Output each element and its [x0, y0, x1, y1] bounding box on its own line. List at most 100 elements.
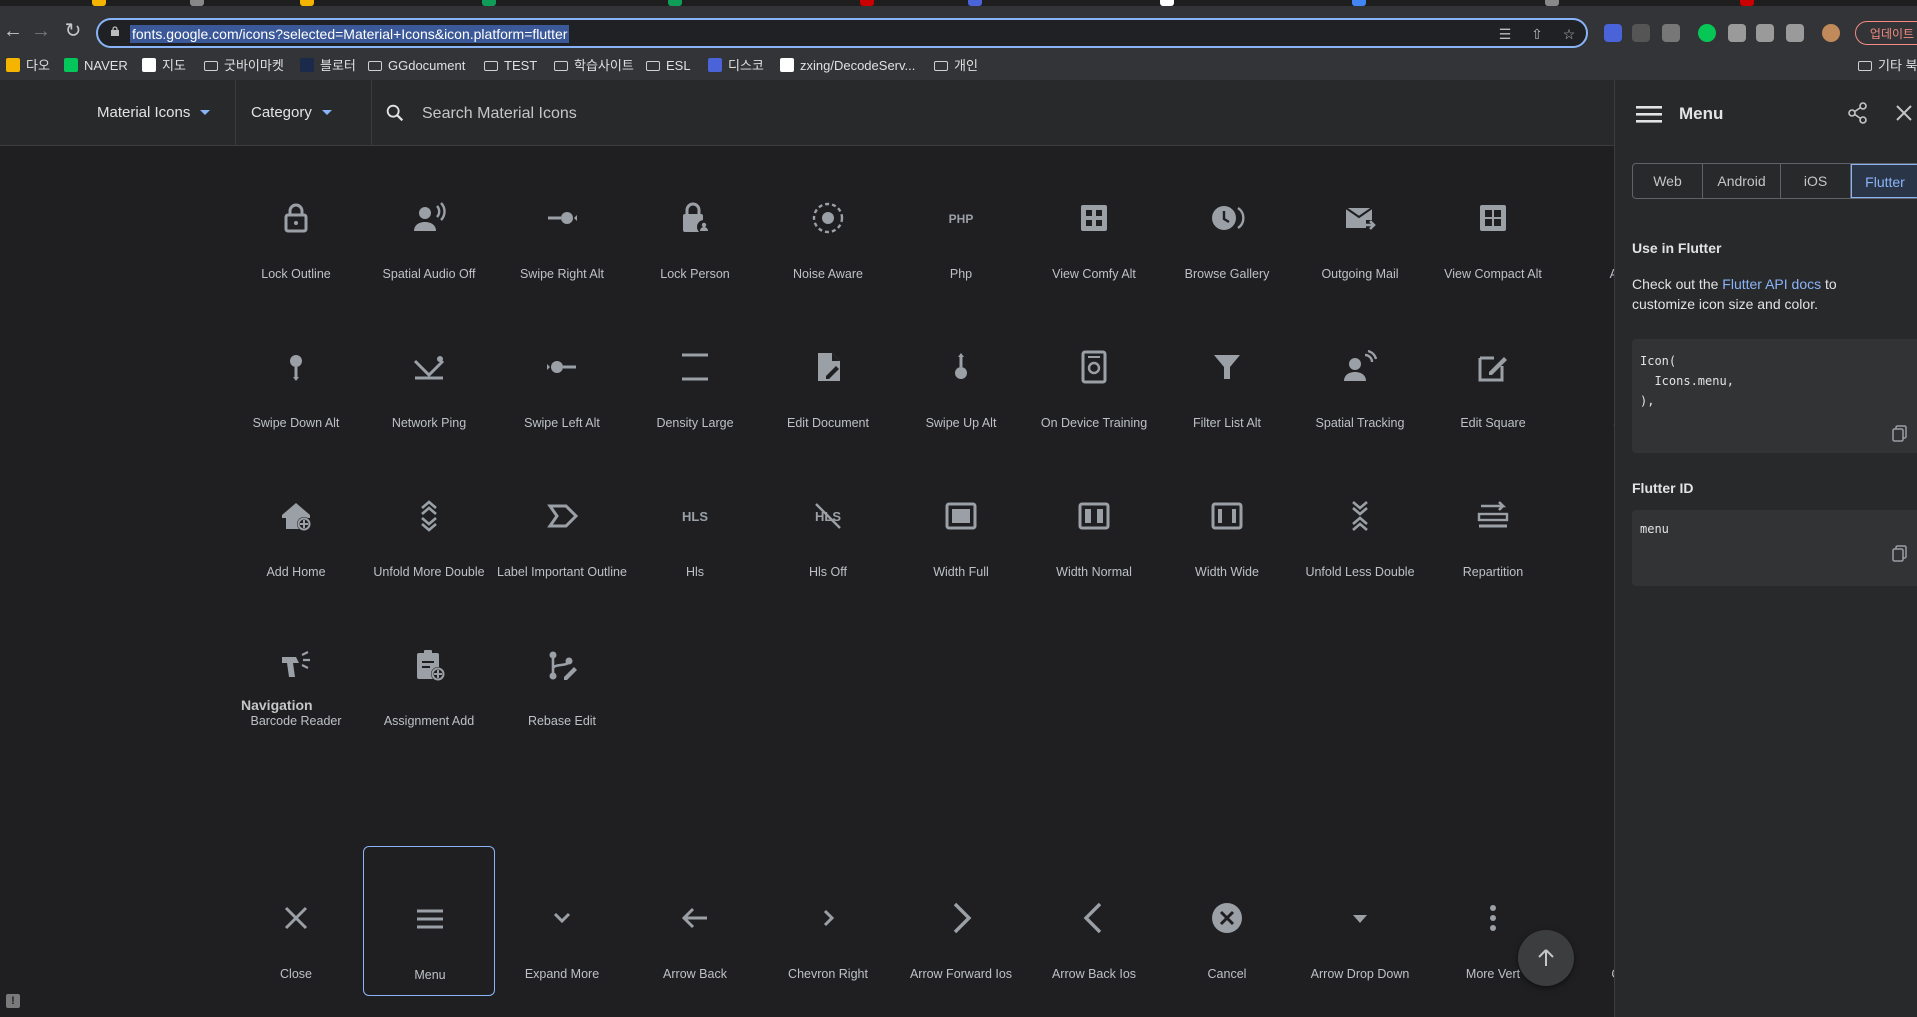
- bookmark-folder[interactable]: 기타 북: [1858, 57, 1917, 75]
- extension-icon[interactable]: [1662, 24, 1680, 42]
- swipe-left-alt-icon: [544, 349, 580, 385]
- icon-tile[interactable]: Swipe Up Alt: [895, 295, 1027, 445]
- icon-name: Rebase Edit: [527, 714, 597, 728]
- icon-tile[interactable]: Outgoing Mail: [1294, 146, 1426, 296]
- icon-tile[interactable]: PHP Php: [895, 146, 1027, 296]
- tab-android[interactable]: Android: [1703, 164, 1781, 198]
- code-snippet[interactable]: Icon( Icons.menu, ),: [1640, 351, 1734, 411]
- translate-icon[interactable]: ☰: [1496, 25, 1514, 43]
- sidebar-icon[interactable]: [1786, 24, 1804, 42]
- search-input[interactable]: [420, 98, 1124, 130]
- bookmark-folder[interactable]: GGdocument: [368, 57, 465, 75]
- bookmark-item[interactable]: zxing/DecodeServ...: [780, 57, 915, 75]
- icon-tile[interactable]: Swipe Down Alt: [230, 295, 362, 445]
- icon-tile[interactable]: Browse Gallery: [1161, 146, 1293, 296]
- extension-icon[interactable]: [1604, 24, 1622, 42]
- expand-more-icon: [544, 900, 580, 936]
- bookmark-star-icon[interactable]: ☆: [1560, 25, 1578, 43]
- bookmark-label: 블로터: [320, 58, 356, 73]
- bookmark-item[interactable]: 블로터: [300, 57, 356, 75]
- bookmark-item[interactable]: 지도: [142, 57, 186, 75]
- swipe-right-alt-icon: [544, 200, 580, 236]
- icon-tile[interactable]: Assignment Add: [363, 593, 495, 743]
- puzzle-icon[interactable]: [1728, 24, 1746, 42]
- bookmark-item[interactable]: NAVER: [64, 57, 128, 75]
- icon-tile[interactable]: Noise Aware: [762, 146, 894, 296]
- icon-tile[interactable]: Arrow Drop Down: [1294, 846, 1426, 996]
- icon-tile[interactable]: Swipe Right Alt: [496, 146, 628, 296]
- icon-tile[interactable]: Barcode Reader: [230, 593, 362, 743]
- family-dropdown[interactable]: Material Icons: [97, 80, 211, 146]
- category-dropdown[interactable]: Category: [251, 80, 332, 146]
- icon-tile[interactable]: Arrow: [1560, 146, 1614, 296]
- icon-tile[interactable]: Unfold More Double: [363, 444, 495, 594]
- icon-tile[interactable]: Rebase Edit: [496, 593, 628, 743]
- share-page-icon[interactable]: ⇧: [1528, 25, 1546, 43]
- tab-search-icon[interactable]: [1756, 24, 1774, 42]
- icon-tile[interactable]: On Device Training: [1028, 295, 1160, 445]
- icon-tile[interactable]: Chevron Right: [762, 846, 894, 996]
- icon-tile[interactable]: Swipe Left Alt: [496, 295, 628, 445]
- header-divider: [371, 80, 372, 146]
- icon-tile[interactable]: Arrow Back Ios: [1028, 846, 1160, 996]
- icon-tile[interactable]: Add Home: [230, 444, 362, 594]
- tab-web[interactable]: Web: [1633, 164, 1703, 198]
- icon-tile[interactable]: Width Full: [895, 444, 1027, 594]
- bookmark-item[interactable]: 다오: [6, 57, 50, 75]
- icon-tile[interactable]: View Comfy Alt: [1028, 146, 1160, 296]
- icon-tile[interactable]: Menu: [363, 846, 495, 996]
- bookmark-folder[interactable]: 개인: [934, 57, 978, 75]
- bookmark-folder[interactable]: TEST: [484, 57, 537, 75]
- icon-tile[interactable]: Arrow Back: [629, 846, 761, 996]
- copy-icon[interactable]: [1891, 544, 1909, 562]
- line-extension-icon[interactable]: [1698, 24, 1716, 42]
- icon-tile[interactable]: Unfold Less Double: [1294, 444, 1426, 594]
- bookmark-item[interactable]: 디스코: [708, 57, 764, 75]
- share-icon[interactable]: [1847, 102, 1869, 124]
- icon-tile[interactable]: Width Wide: [1161, 444, 1293, 594]
- scroll-to-top-button[interactable]: [1518, 930, 1574, 986]
- api-docs-link[interactable]: Flutter API docs: [1722, 276, 1821, 292]
- icon-tile[interactable]: Cancel: [1161, 846, 1293, 996]
- icon-tile[interactable]: Repartition: [1427, 444, 1559, 594]
- icon-tile[interactable]: Spat: [1560, 295, 1614, 445]
- icon-tile[interactable]: Arrow Forward Ios: [895, 846, 1027, 996]
- icon-tile[interactable]: Tra: [1560, 444, 1614, 594]
- close-icon[interactable]: [1895, 104, 1913, 122]
- bookmark-folder[interactable]: ESL: [646, 57, 691, 75]
- icon-name: Hls: [685, 565, 705, 579]
- forward-button[interactable]: →: [28, 18, 54, 44]
- tab-ios[interactable]: iOS: [1781, 164, 1851, 198]
- icon-tile[interactable]: Density Large: [629, 295, 761, 445]
- reload-button[interactable]: ↻: [60, 18, 86, 44]
- avatar[interactable]: [1822, 24, 1840, 42]
- bookmark-folder[interactable]: 굿바이마켓: [204, 57, 284, 75]
- feedback-icon[interactable]: !: [6, 994, 20, 1008]
- icon-tile[interactable]: Spatial Audio Off: [363, 146, 495, 296]
- url-text[interactable]: fonts.google.com/icons?selected=Material…: [130, 25, 570, 43]
- copy-icon[interactable]: [1891, 424, 1909, 442]
- update-button[interactable]: 업데이트: [1855, 21, 1917, 45]
- icon-tile[interactable]: Network Ping: [363, 295, 495, 445]
- bookmark-folder[interactable]: 학습사이트: [554, 57, 634, 75]
- icon-tile[interactable]: Lock Person: [629, 146, 761, 296]
- address-bar[interactable]: fonts.google.com/icons?selected=Material…: [96, 18, 1588, 48]
- icon-tile[interactable]: Spatial Tracking: [1294, 295, 1426, 445]
- icon-tile[interactable]: View Compact Alt: [1427, 146, 1559, 296]
- flutter-id-value[interactable]: menu: [1640, 522, 1669, 536]
- extension-icon[interactable]: [1632, 24, 1650, 42]
- back-button[interactable]: ←: [0, 18, 26, 44]
- icon-tile[interactable]: Edit Document: [762, 295, 894, 445]
- icon-tile[interactable]: HLS Hls Off: [762, 444, 894, 594]
- icon-tile[interactable]: Label Important Outline: [496, 444, 628, 594]
- icon-tile[interactable]: Lock Outline: [230, 146, 362, 296]
- icon-name: Browse Gallery: [1184, 267, 1270, 281]
- icon-tile[interactable]: Width Normal: [1028, 444, 1160, 594]
- icon-tile[interactable]: Edit Square: [1427, 295, 1559, 445]
- icon-tile[interactable]: Close: [230, 846, 362, 996]
- icon-tile[interactable]: Expand More: [496, 846, 628, 996]
- icon-tile[interactable]: HLS Hls: [629, 444, 761, 594]
- icon-tile[interactable]: Filter List Alt: [1161, 295, 1293, 445]
- on-device-training-icon: [1076, 349, 1112, 385]
- tab-flutter[interactable]: Flutter: [1851, 164, 1917, 198]
